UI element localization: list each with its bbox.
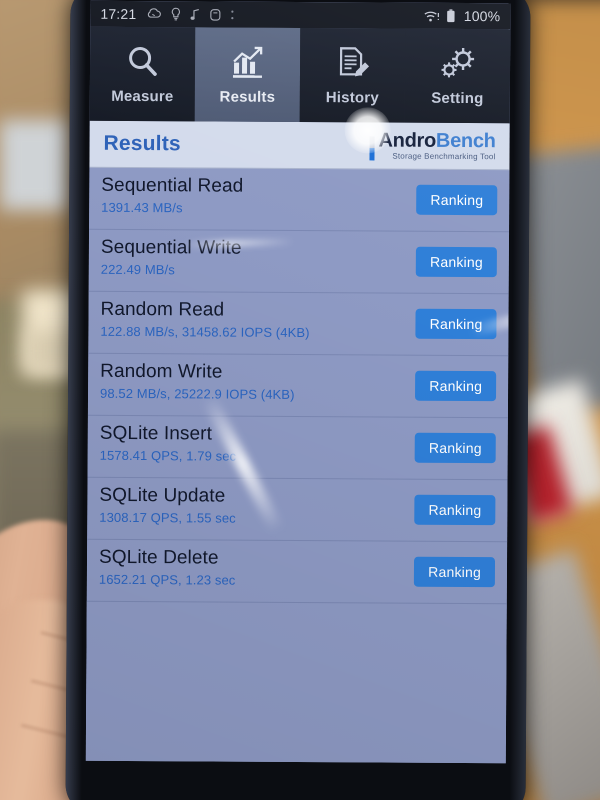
row-spacer bbox=[236, 424, 415, 425]
logo-bench: Bench bbox=[435, 129, 496, 153]
battery-percent-label: 100% bbox=[463, 8, 501, 25]
row-texts: SQLite Insert 1578.41 QPS, 1.79 sec bbox=[100, 423, 237, 464]
ranking-button[interactable]: Ranking bbox=[414, 556, 496, 588]
row-texts: SQLite Update 1308.17 QPS, 1.55 sec bbox=[99, 485, 236, 526]
benchmark-name: SQLite Delete bbox=[98, 546, 219, 569]
bar-chart-trend-icon bbox=[229, 44, 265, 82]
tab-setting[interactable]: Setting bbox=[404, 28, 511, 124]
music-note-icon bbox=[190, 8, 200, 21]
benchmark-value: 98.52 MB/s, 25222.9 IOPS (4KB) bbox=[99, 385, 295, 402]
ranking-button[interactable]: Ranking bbox=[415, 246, 497, 278]
row-texts: Random Read 122.88 MB/s, 31458.62 IOPS (… bbox=[100, 299, 309, 340]
status-notification-icons bbox=[146, 7, 234, 22]
page-header: Results AndroBench Storage Benchmarking … bbox=[89, 120, 510, 171]
row-spacer bbox=[295, 362, 416, 363]
benchmark-name: Random Write bbox=[100, 360, 223, 383]
row-spacer bbox=[242, 238, 417, 239]
header-spacer bbox=[181, 144, 370, 145]
phone-device: 17:21 100% Measure Results History Setti… bbox=[65, 0, 531, 800]
benchmark-value: 1652.21 QPS, 1.23 sec bbox=[98, 571, 236, 588]
tab-measure[interactable]: Measure bbox=[89, 26, 196, 122]
status-spacer bbox=[234, 15, 423, 16]
ranking-button[interactable]: Ranking bbox=[415, 370, 497, 402]
wifi-icon bbox=[424, 9, 441, 22]
benchmark-name: Sequential Write bbox=[100, 236, 242, 259]
bulb-icon bbox=[170, 7, 181, 21]
logo-subtitle: Storage Benchmarking Tool bbox=[392, 151, 496, 162]
logo-bar-icon bbox=[369, 136, 375, 161]
phone-screen: 17:21 100% Measure Results History Setti… bbox=[85, 0, 511, 764]
table-row[interactable]: SQLite Update 1308.17 QPS, 1.55 sec Rank… bbox=[87, 477, 508, 543]
table-row[interactable]: Sequential Read 1391.43 MB/s Ranking bbox=[89, 167, 510, 233]
androbench-logo: AndroBench Storage Benchmarking Tool bbox=[369, 129, 496, 162]
document-pencil-icon bbox=[334, 44, 370, 82]
ranking-button[interactable]: Ranking bbox=[416, 184, 498, 216]
more-dots-icon bbox=[230, 8, 234, 21]
table-row[interactable]: Sequential Write 222.49 MB/s Ranking bbox=[88, 229, 510, 295]
tab-bar: Measure Results History Setting bbox=[89, 26, 511, 124]
magnifier-icon bbox=[124, 43, 160, 81]
table-row[interactable]: SQLite Insert 1578.41 QPS, 1.79 sec Rank… bbox=[87, 415, 508, 481]
row-spacer bbox=[236, 548, 415, 549]
results-list: Sequential Read 1391.43 MB/s Ranking Seq… bbox=[85, 167, 510, 764]
tab-history[interactable]: History bbox=[299, 28, 406, 123]
row-texts: Sequential Write 222.49 MB/s bbox=[101, 237, 242, 278]
cloud-sync-icon bbox=[146, 8, 161, 20]
tab-results[interactable]: Results bbox=[194, 27, 301, 123]
benchmark-value: 122.88 MB/s, 31458.62 IOPS (4KB) bbox=[100, 323, 310, 341]
table-row[interactable]: Random Read 122.88 MB/s, 31458.62 IOPS (… bbox=[88, 291, 509, 357]
benchmark-value: 1391.43 MB/s bbox=[101, 199, 183, 216]
photograph-of-phone: 17:21 100% Measure Results History Setti… bbox=[0, 0, 600, 800]
benchmark-value: 1578.41 QPS, 1.79 sec bbox=[99, 447, 237, 464]
page-title: Results bbox=[103, 131, 181, 156]
table-row[interactable]: SQLite Delete 1652.21 QPS, 1.23 sec Rank… bbox=[86, 539, 508, 605]
tab-history-label: History bbox=[325, 89, 379, 107]
ranking-button[interactable]: Ranking bbox=[414, 432, 496, 464]
logo-text: AndroBench Storage Benchmarking Tool bbox=[378, 129, 496, 162]
benchmark-value: 1308.17 QPS, 1.55 sec bbox=[99, 509, 236, 526]
row-spacer bbox=[310, 300, 416, 301]
logo-andro: Andro bbox=[378, 129, 437, 152]
tab-setting-label: Setting bbox=[431, 89, 484, 108]
gears-icon bbox=[438, 45, 476, 83]
benchmark-name: SQLite Insert bbox=[99, 422, 213, 445]
ranking-button[interactable]: Ranking bbox=[415, 308, 497, 340]
tab-measure-label: Measure bbox=[111, 87, 174, 106]
row-spacer bbox=[236, 486, 415, 487]
benchmark-name: Sequential Read bbox=[101, 174, 244, 197]
list-empty-area bbox=[85, 601, 507, 745]
status-system-icons: 100% bbox=[424, 8, 501, 25]
row-texts: SQLite Delete 1652.21 QPS, 1.23 sec bbox=[99, 547, 236, 588]
battery-icon bbox=[447, 9, 456, 23]
app-icon bbox=[209, 8, 221, 21]
status-clock: 17:21 bbox=[100, 5, 137, 23]
ranking-button[interactable]: Ranking bbox=[414, 494, 496, 526]
table-row[interactable]: Random Write 98.52 MB/s, 25222.9 IOPS (4… bbox=[87, 353, 509, 419]
benchmark-name: SQLite Update bbox=[99, 484, 226, 507]
row-texts: Random Write 98.52 MB/s, 25222.9 IOPS (4… bbox=[100, 361, 295, 402]
background-gray-object bbox=[0, 120, 70, 210]
logo-wordmark: AndroBench bbox=[379, 129, 496, 152]
row-texts: Sequential Read 1391.43 MB/s bbox=[101, 175, 243, 216]
status-bar: 17:21 100% bbox=[90, 0, 511, 30]
benchmark-name: Random Read bbox=[100, 298, 225, 321]
tab-results-label: Results bbox=[219, 88, 276, 106]
row-spacer bbox=[243, 176, 416, 177]
benchmark-value: 222.49 MB/s bbox=[100, 261, 175, 278]
